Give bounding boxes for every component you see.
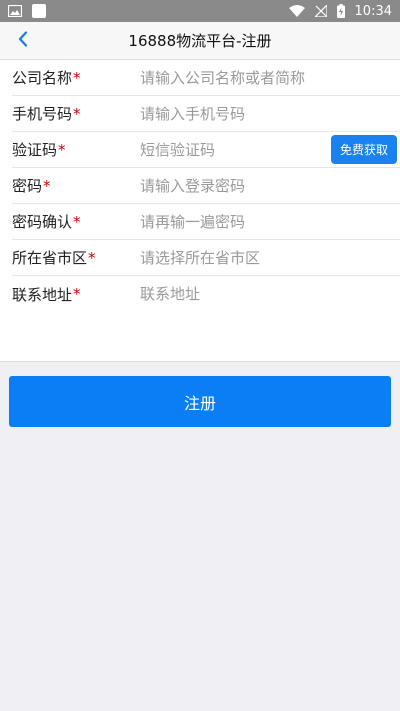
company-name-row: 公司名称 * — [12, 60, 400, 96]
region-label: 所在省市区 * — [12, 248, 96, 268]
chevron-left-icon — [18, 31, 28, 51]
required-mark: * — [88, 248, 96, 267]
square-icon — [32, 4, 46, 18]
region-select[interactable] — [140, 240, 400, 275]
required-mark: * — [73, 104, 81, 123]
battery-charging-icon — [336, 4, 345, 18]
company-name-label: 公司名称 * — [12, 68, 81, 88]
page-title: 16888物流平台-注册 — [128, 32, 272, 50]
company-name-input[interactable] — [140, 60, 400, 95]
status-bar: 10:34 — [0, 0, 400, 22]
required-mark: * — [73, 212, 81, 231]
region-row: 所在省市区 * — [12, 240, 400, 276]
nav-bar: 16888物流平台-注册 — [0, 22, 400, 60]
password-label: 密码 * — [12, 176, 51, 196]
password-row: 密码 * — [12, 168, 400, 204]
registration-form: 公司名称* 手机号码* 验证码* 免费获取 密码* 密码确认* 所在省市区* 联… — [0, 60, 400, 362]
image-icon — [8, 5, 22, 17]
required-mark: * — [73, 285, 81, 303]
get-code-button[interactable]: 免费获取 — [331, 135, 397, 164]
address-label: 联系地址 * — [12, 285, 81, 304]
required-mark: * — [73, 68, 81, 87]
status-time: 10:34 — [354, 3, 392, 19]
verification-code-label: 验证码 * — [12, 140, 66, 160]
phone-row: 手机号码 * — [12, 96, 400, 132]
register-button[interactable]: 注册 — [9, 376, 391, 427]
back-button[interactable] — [8, 22, 38, 60]
verification-code-row: 验证码* 免费获取 — [12, 132, 400, 168]
phone-label: 手机号码 * — [12, 104, 81, 124]
password-input[interactable] — [140, 168, 400, 203]
address-input[interactable] — [140, 277, 400, 311]
address-row: 联系地址 * — [12, 276, 400, 312]
password-confirm-input[interactable] — [140, 204, 400, 239]
required-mark: * — [43, 176, 51, 195]
wifi-icon — [288, 5, 305, 17]
phone-input[interactable] — [140, 96, 400, 131]
password-confirm-row: 密码确认 * — [12, 204, 400, 240]
required-mark: * — [58, 140, 66, 159]
password-confirm-label: 密码确认 * — [12, 212, 81, 232]
no-signal-icon — [314, 5, 327, 17]
